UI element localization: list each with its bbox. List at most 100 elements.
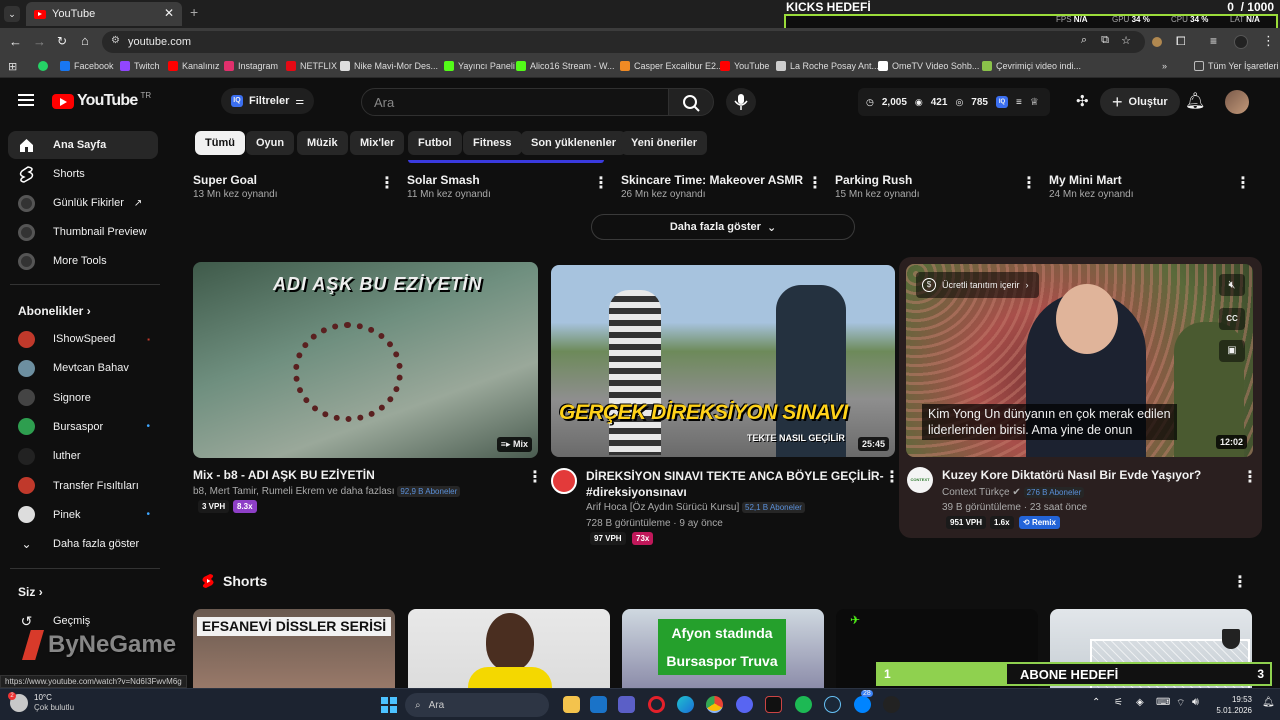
edge-icon[interactable] <box>677 696 694 713</box>
trophy-icon[interactable]: ♕ <box>1030 97 1039 108</box>
bookmark-item[interactable]: Kanalınız <box>168 61 220 71</box>
opera-icon[interactable] <box>648 696 665 713</box>
voice-search-button[interactable] <box>726 88 756 116</box>
filters-button[interactable]: IQ Filtreler ⚌ <box>221 88 315 114</box>
show-more-games-button[interactable]: Daha fazla göster ⌄ <box>591 214 855 240</box>
short-card-2[interactable] <box>408 609 610 691</box>
browser-tab[interactable]: YouTube ✕ <box>26 2 182 26</box>
short-card-1[interactable]: EFSANEVİ DİSSLER SERİSİ <box>193 609 395 691</box>
notification-bell-icon[interactable]: 🔔︎ <box>1262 697 1275 708</box>
bookmark-star-icon[interactable]: ☆ <box>1121 34 1131 47</box>
extensions-puzzle-icon[interactable]: ⧠ <box>1176 34 1186 49</box>
remix-badge[interactable]: ⟲ Remix <box>1019 516 1060 529</box>
bookmark-item[interactable]: Facebook <box>60 61 114 71</box>
volume-icon[interactable]: 🔊︎ <box>1192 696 1199 709</box>
extension-icon[interactable] <box>1152 37 1162 47</box>
sidebar-item-thumbnail-preview[interactable]: Thumbnail Preview <box>8 218 158 246</box>
outlook-icon[interactable] <box>590 696 607 713</box>
bookmark-item[interactable]: YouTube <box>720 61 769 71</box>
close-tab-icon[interactable]: ✕ <box>164 6 174 20</box>
captions-button[interactable]: CC <box>1219 308 1245 330</box>
browser-menu-icon[interactable]: ⋮ <box>1262 33 1275 49</box>
channel-avatar-2[interactable] <box>551 468 577 494</box>
short-card-3[interactable]: Afyon stadında Bursaspor Truva <box>622 609 824 691</box>
tray-overflow-icon[interactable]: ⌃ <box>1092 697 1100 708</box>
search-input[interactable]: Ara <box>361 88 669 116</box>
filter-chip[interactable]: Fitness <box>463 131 522 155</box>
you-header[interactable]: Siz › <box>18 585 43 599</box>
tray-icon-1[interactable]: ⚟ <box>1114 697 1123 708</box>
video-channel-1[interactable]: b8, Mert Tamir, Rumeli Ekrem ve daha faz… <box>193 486 461 497</box>
messenger-icon[interactable]: 28 <box>854 690 873 713</box>
wifi-icon[interactable]: ⌔ <box>1176 697 1185 710</box>
mute-button[interactable]: 🔇︎ <box>1219 274 1245 296</box>
media-icon[interactable]: ≡ <box>1210 34 1217 48</box>
game-menu-icon[interactable] <box>1235 173 1251 193</box>
paid-promotion-badge[interactable]: $ Ücretli tanıtım içerir › <box>916 272 1039 298</box>
filter-chip[interactable]: Yeni öneriler <box>621 131 708 155</box>
video-menu-icon-3[interactable] <box>1242 467 1258 487</box>
install-icon[interactable]: ⧉ <box>1101 34 1109 47</box>
game-menu-icon[interactable] <box>379 173 395 193</box>
reload-icon[interactable]: ↻ <box>57 34 67 48</box>
video-title-3[interactable]: Kuzey Kore Diktatörü Nasıl Bir Evde Yaşı… <box>942 468 1201 482</box>
address-bar[interactable]: ⚙ youtube.com ⌕ ⧉ ☆ <box>102 31 1145 53</box>
site-info-icon[interactable]: ⚙ <box>111 35 120 46</box>
whatsapp-icon[interactable] <box>38 61 48 71</box>
steam-icon[interactable] <box>824 696 841 713</box>
filter-chip[interactable]: Mix'ler <box>350 131 405 155</box>
all-bookmarks[interactable]: Tüm Yer İşaretleri <box>1194 61 1279 71</box>
filter-chip[interactable]: Oyun <box>246 131 295 155</box>
game-menu-icon[interactable] <box>807 173 823 193</box>
video-thumbnail-3[interactable]: $ Ücretli tanıtım içerir › 🔇︎ CC ▣ Kim Y… <box>906 264 1253 457</box>
video-title-1[interactable]: Mix - b8 - ADI AŞK BU EZİYETİN <box>193 468 375 482</box>
tab-menu-button[interactable]: ⌄ <box>4 6 20 22</box>
app-icon[interactable] <box>883 696 900 713</box>
video-channel-3[interactable]: Context Türkçe ✔ 276 B Aboneler <box>942 487 1085 498</box>
back-icon[interactable]: ← <box>9 34 22 49</box>
video-menu-icon-2[interactable] <box>884 467 900 487</box>
sidebar-item-daily-ideas[interactable]: Günlük Fikirler ↗ <box>8 189 158 217</box>
bookmark-item[interactable]: Casper Excalibur E2... <box>620 61 724 71</box>
sidebar-subscription-item[interactable]: IShowSpeed ▪ <box>8 325 158 353</box>
bookmark-item[interactable]: La Roche Posay Ant... <box>776 61 879 71</box>
game-title[interactable]: Solar Smash <box>407 173 480 187</box>
bookmark-item[interactable]: Nike Mavi-Mor Des... <box>340 61 438 71</box>
bookmark-item[interactable]: Alico16 Stream - W... <box>516 61 615 71</box>
bookmark-item[interactable]: Çevrimiçi video indi... <box>982 61 1081 71</box>
chrome-icon[interactable] <box>706 696 723 713</box>
video-title-2[interactable]: DİREKSİYON SINAVI TEKTE ANCA BÖYLE GEÇİL… <box>586 468 884 500</box>
profile-avatar[interactable] <box>1234 35 1248 49</box>
game-menu-icon[interactable] <box>1021 173 1037 193</box>
new-tab-button[interactable]: + <box>190 4 198 20</box>
apps-grid-icon[interactable]: ⊞ <box>8 60 17 73</box>
video-channel-2[interactable]: Arif Hoca [Öz Aydın Sürücü Kursu] 52,1 B… <box>586 502 805 513</box>
filter-chip[interactable]: Müzik <box>297 131 348 155</box>
picture-icon-button[interactable]: ▣ <box>1219 340 1245 362</box>
create-button[interactable]: + Oluştur <box>1100 88 1180 116</box>
shorts-menu-icon[interactable] <box>1232 572 1248 592</box>
game-title[interactable]: Super Goal <box>193 173 257 187</box>
game-title[interactable]: Parking Rush <box>835 173 912 187</box>
weather-widget[interactable]: 2 10°C Çok bulutlu <box>8 692 74 713</box>
bookmark-item[interactable]: NETFLIX <box>286 61 337 71</box>
file-explorer-icon[interactable] <box>563 696 580 713</box>
more-bookmarks-icon[interactable]: » <box>1162 61 1167 71</box>
sidebar-subscription-item[interactable]: Signore <box>8 384 158 412</box>
sidebar-subscription-item[interactable]: Bursaspor • <box>8 413 158 441</box>
tray-icon-2[interactable]: ◈ <box>1136 697 1144 708</box>
bookmark-item[interactable]: OmeTV Video Sohb... <box>878 61 979 71</box>
sidebar-subscription-item[interactable]: luther <box>8 442 158 470</box>
sidebar-item-more-tools[interactable]: More Tools <box>8 247 158 275</box>
game-menu-icon[interactable] <box>593 173 609 193</box>
iq-badge-icon[interactable]: IQ <box>995 96 1008 108</box>
hamburger-menu-icon[interactable] <box>18 94 34 106</box>
teams-icon[interactable] <box>618 696 635 713</box>
channel-avatar-3[interactable]: CONTEXT <box>907 467 933 493</box>
video-thumbnail-2[interactable]: GERÇEK DİREKSİYON SINAVI TEKTE NASIL GEÇ… <box>551 265 895 457</box>
youtube-logo[interactable]: YouTube TR <box>52 91 151 110</box>
sidebar-subscription-item[interactable]: Mevtcan Bahav <box>8 354 158 382</box>
discord-icon[interactable] <box>736 696 753 713</box>
sidebar-show-more[interactable]: ⌄ Daha fazla göster <box>8 530 158 558</box>
forward-icon[interactable]: → <box>33 34 46 49</box>
